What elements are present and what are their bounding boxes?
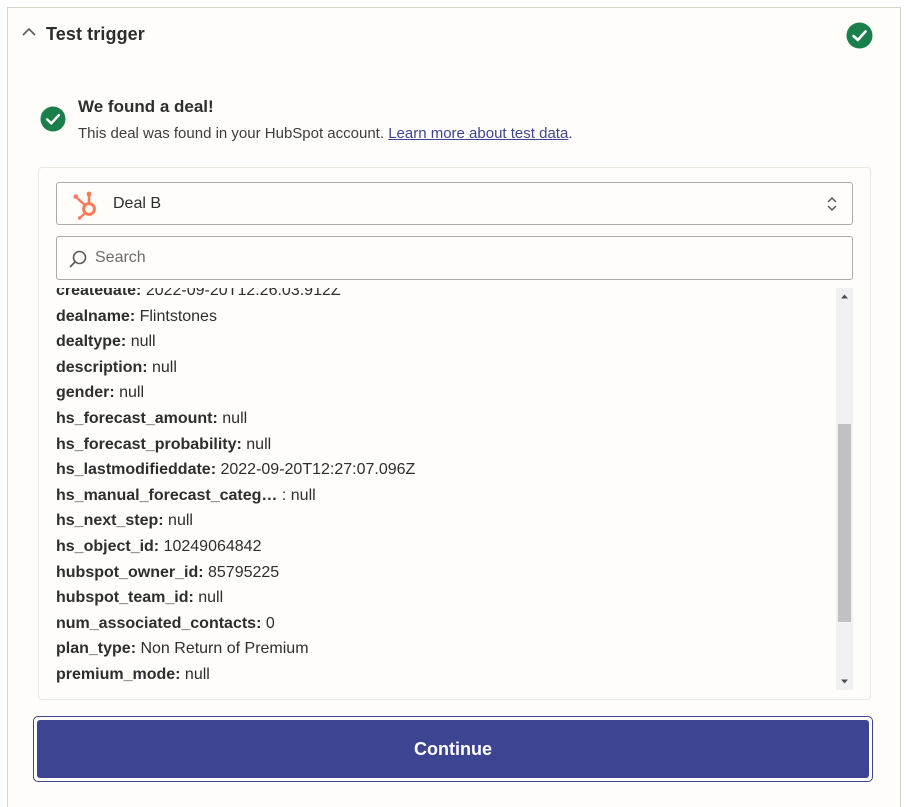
field-value: null [241, 435, 272, 453]
field-key: hs_manual_forecast_categ… [56, 486, 278, 504]
field-row: hs_object_id: 10249064842 [56, 534, 836, 560]
field-row: hs_next_step: null [56, 508, 836, 534]
search-field[interactable] [56, 236, 853, 280]
scroll-thumb[interactable] [838, 424, 851, 622]
field-row: hs_forecast_amount: null [56, 406, 836, 432]
field-row: description: null [56, 355, 836, 381]
field-key: hs_forecast_probability: [56, 435, 242, 453]
scrollbar[interactable] [836, 288, 853, 690]
field-value: 2022-09-20T12:26:03.912Z [141, 288, 341, 299]
field-row: hs_manual_forecast_categ… : null [56, 483, 836, 509]
field-value: Flintstones [135, 307, 217, 325]
success-check-icon [846, 22, 873, 49]
field-row: hs_lastmodifieddate: 2022-09-20T12:27:07… [56, 457, 836, 483]
fields-list-inner: createdate: 2022-09-20T12:26:03.912Z deal… [56, 288, 836, 688]
chevron-up-icon[interactable] [22, 27, 36, 37]
field-key: hs_object_id: [56, 537, 160, 555]
fields-list[interactable]: createdate: 2022-09-20T12:26:03.912Z deal… [56, 288, 836, 690]
field-row: gender: null [56, 380, 836, 406]
found-title: We found a deal! [78, 97, 214, 116]
field-key: plan_type: [56, 640, 137, 658]
field-value: Non Return of Premium [136, 640, 309, 658]
search-icon [69, 250, 87, 268]
field-key: num_associated_contacts: [56, 614, 262, 632]
field-key: premium_mode: [56, 665, 181, 683]
continue-button[interactable]: Continue [33, 716, 873, 782]
field-key: description: [56, 358, 148, 376]
scroll-up-arrow-icon[interactable] [836, 288, 853, 305]
learn-more-link[interactable]: Learn more about test data [388, 125, 568, 142]
found-description-text: This deal was found in your HubSpot acco… [78, 125, 389, 142]
field-row: hubspot_owner_id: 85795225 [56, 560, 836, 586]
continue-label: Continue [37, 720, 869, 778]
field-row: plan_type: Non Return of Premium [56, 636, 836, 662]
field-value: null [126, 333, 156, 351]
field-row: dealname: Flintstones [56, 304, 836, 330]
selected-deal: Deal B [113, 195, 162, 212]
field-value: null [163, 512, 193, 530]
deal-select[interactable]: Deal B [56, 182, 853, 225]
field-value: 2022-09-20T12:27:07.096Z [216, 461, 416, 479]
field-value: null [193, 589, 224, 607]
field-value: null [180, 665, 210, 683]
field-key: dealtype: [56, 333, 127, 351]
field-key: dealname: [56, 307, 136, 325]
found-description: This deal was found in your HubSpot acco… [78, 125, 572, 142]
test-data-box: Deal B createdate: 2022-09-20T12:26:03.9… [38, 167, 871, 700]
field-key: hs_next_step: [56, 512, 164, 530]
field-value: 85795225 [203, 563, 280, 581]
field-value: 0 [261, 614, 275, 632]
search-input[interactable] [95, 243, 835, 273]
section-title: Test trigger [46, 24, 145, 44]
field-row: dealtype: null [56, 329, 836, 355]
found-description-suffix: . [568, 125, 573, 142]
test-trigger-header[interactable]: Test trigger [8, 8, 900, 62]
field-key: hs_forecast_amount: [56, 409, 218, 427]
field-value: null [114, 384, 145, 402]
field-value: null [217, 409, 248, 427]
field-row: createdate: 2022-09-20T12:26:03.912Z [56, 288, 836, 304]
field-value: : null [277, 486, 316, 504]
field-row: hubspot_team_id: null [56, 585, 836, 611]
found-check-icon [40, 106, 66, 132]
field-row: premium_mode: null [56, 662, 836, 688]
field-key: gender: [56, 384, 115, 402]
field-key: hubspot_owner_id: [56, 563, 204, 581]
field-value: 10249064842 [159, 537, 262, 555]
field-row: num_associated_contacts: 0 [56, 611, 836, 637]
field-key: hubspot_team_id: [56, 589, 194, 607]
field-key: createdate: [56, 288, 142, 299]
field-value: null [147, 358, 177, 376]
field-key: hs_lastmodifieddate: [56, 461, 217, 479]
test-trigger-panel: Test trigger We found a deal! This deal … [7, 7, 901, 807]
field-row: hs_forecast_probability: null [56, 432, 836, 458]
scroll-down-arrow-icon[interactable] [836, 673, 853, 690]
hubspot-icon [73, 191, 96, 220]
chevron-updown-icon [827, 196, 837, 212]
